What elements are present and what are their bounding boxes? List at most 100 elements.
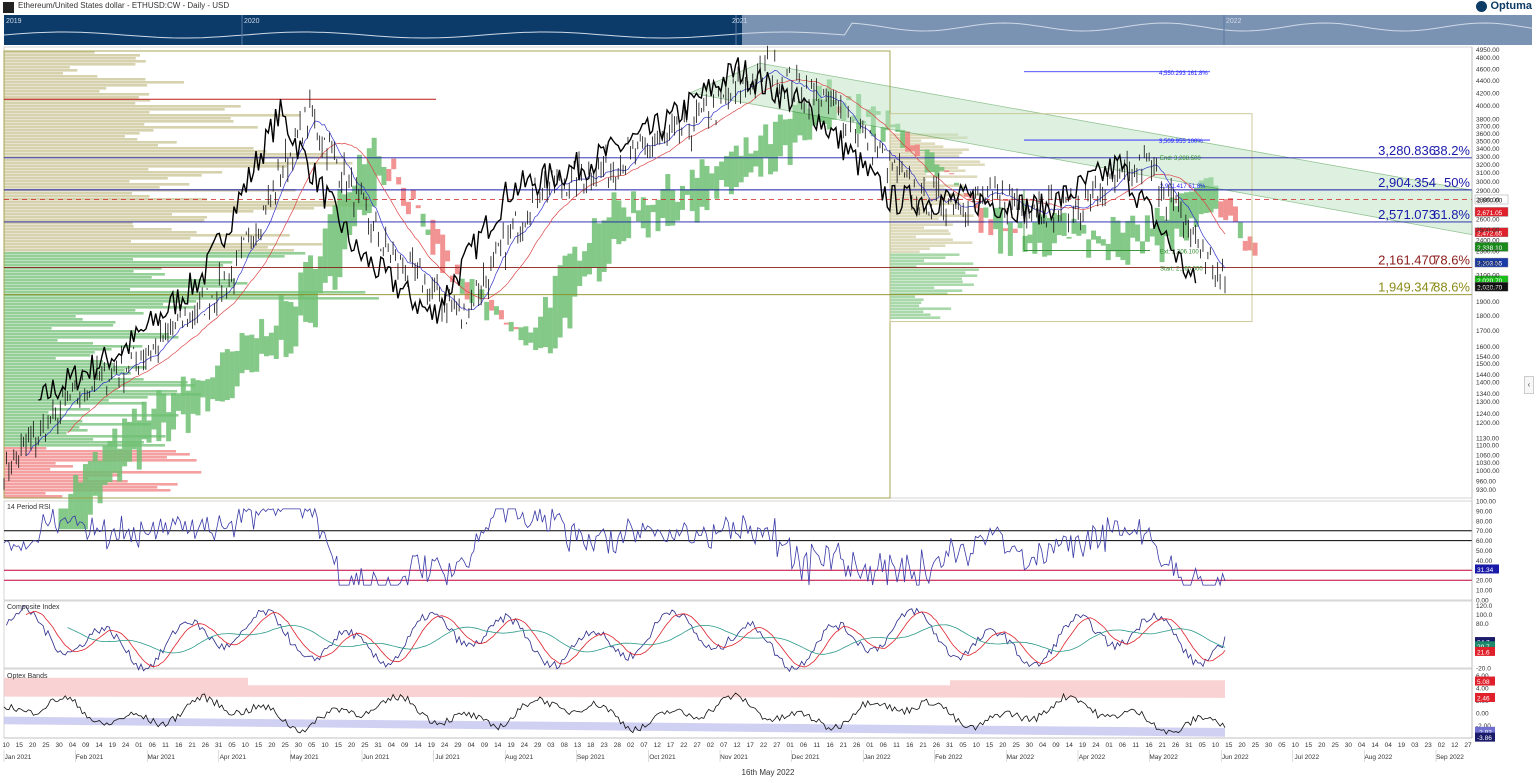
x-axis-day-tick: 02 — [707, 742, 715, 749]
cloud-segment — [905, 131, 911, 152]
volume-profile-bar — [4, 144, 159, 147]
chart-app: Ethereum/United States dollar - ETHUSD:C… — [0, 0, 1536, 783]
x-axis-month-label: Apr 2022 — [1079, 754, 1106, 761]
volume-profile-bar — [4, 357, 56, 360]
chart-canvas[interactable]: 3,280.83638.2% 2,904.354 50% 2,571.07361.8%… — [0, 0, 1536, 783]
volume-profile-bar — [4, 405, 53, 408]
cloud-segment — [92, 452, 98, 496]
volume-profile-bar — [4, 456, 167, 459]
collapse-panel-button[interactable]: ‹ — [1524, 376, 1534, 394]
volume-profile-bar — [4, 384, 196, 387]
cloud-segment — [195, 380, 201, 416]
cloud-segment — [1017, 222, 1023, 229]
composite-value-label: 21.6 — [1477, 649, 1490, 656]
volume-profile-bar — [4, 306, 195, 309]
cloud-segment — [1091, 230, 1097, 240]
volume-profile-bar — [4, 237, 191, 240]
x-axis-month-label: Mar 2022 — [1007, 754, 1035, 761]
x-axis-day-tick: 04 — [69, 742, 77, 749]
volume-profile-bar — [4, 153, 327, 156]
cloud-segment — [215, 365, 221, 401]
volume-profile-bar — [4, 339, 58, 342]
volume-profile-bar — [4, 495, 63, 498]
cloud-segment — [880, 127, 886, 142]
cloud-segment — [1237, 222, 1243, 239]
x-axis-day-tick: 23 — [600, 742, 608, 749]
volume-profile-bar — [4, 207, 315, 210]
volume-profile-bar — [890, 244, 946, 247]
x-axis-month-label: Sep 2021 — [577, 754, 605, 761]
volume-profile-bar — [4, 78, 146, 81]
cloud-segment — [743, 137, 749, 177]
cloud-segment — [1228, 198, 1234, 216]
cloud-segment — [635, 210, 641, 222]
cloud-segment — [273, 325, 279, 359]
x-axis-month-label: Jul 2021 — [435, 754, 460, 761]
price-axis-tick: 1130.00 — [1476, 436, 1499, 443]
x-axis-day-tick: 05 — [1278, 742, 1286, 749]
price-axis-tick: 1700.00 — [1476, 328, 1500, 335]
cloud-segment — [322, 228, 328, 283]
x-axis-day-tick: 01 — [1106, 742, 1114, 749]
price-axis-tick: 1500.00 — [1476, 361, 1500, 368]
volume-profile-bar — [4, 93, 150, 96]
panel-frame — [3, 600, 1473, 669]
volume-profile-bar — [890, 232, 951, 235]
cloud-segment — [391, 158, 397, 170]
cloud-segment — [489, 299, 495, 311]
optex-value-label: -3.86 — [1477, 735, 1492, 742]
cloud-segment — [552, 275, 558, 349]
rsi-axis-tick: 10.00 — [1476, 588, 1493, 595]
volume-profile-bar — [4, 90, 100, 93]
x-axis-day-tick: 10 — [2, 742, 10, 749]
x-axis-day-tick: 17 — [747, 742, 755, 749]
x-axis-day-tick: 31 — [1185, 742, 1193, 749]
volume-profile-bar — [4, 135, 125, 138]
price-panel[interactable]: 3,280.83638.2% 2,904.354 50% 2,571.07361.8%… — [3, 45, 1509, 739]
volume-profile-bar — [890, 235, 916, 238]
volume-profile-bar — [4, 276, 152, 279]
volume-profile-bar — [4, 138, 138, 141]
volume-profile-bar — [890, 262, 974, 265]
volume-profile-bar — [4, 282, 248, 285]
volume-profile-bar — [4, 159, 261, 162]
volume-profile-bar — [4, 327, 52, 330]
price-axis-tick: 930.00 — [1476, 487, 1496, 494]
volume-profile-bar — [4, 411, 49, 414]
cloud-segment — [161, 393, 167, 423]
x-axis-day-tick: 14 — [1066, 742, 1074, 749]
cloud-segment — [298, 272, 304, 316]
x-axis-day-tick: 18 — [587, 742, 595, 749]
x-axis-day-tick: 24 — [122, 742, 130, 749]
volume-profile-bar — [4, 216, 208, 219]
volume-profile-bar — [4, 348, 112, 351]
x-axis-day-tick: 21 — [188, 742, 196, 749]
cloud-segment — [665, 174, 671, 226]
cloud-segment — [205, 379, 211, 412]
cloud-segment — [200, 380, 206, 398]
cloud-segment — [97, 460, 103, 504]
price-axis-tick: 1600.00 — [1476, 344, 1500, 351]
x-axis-day-tick: 05 — [1199, 742, 1207, 749]
time-axis[interactable]: 10 15 20 25 30 04 09 14 19 24 01 06 11 16 21 26 31 05 10 15… — [2, 737, 1472, 762]
cloud-segment — [337, 189, 343, 278]
volume-profile-bar — [4, 96, 139, 99]
price-axis-tick: 1800.00 — [1476, 313, 1500, 320]
fib-price-label: 3,280.836 — [1378, 143, 1436, 158]
cloud-segment — [572, 246, 578, 297]
volume-profile-bar — [4, 309, 136, 312]
x-axis-day-tick: 29 — [454, 742, 462, 749]
cloud-segment — [939, 166, 945, 171]
cloud-segment — [381, 167, 387, 186]
x-axis-day-tick: 29 — [534, 742, 542, 749]
x-axis-day-tick: 01 — [787, 742, 795, 749]
rsi-axis-tick: 60.00 — [1476, 538, 1493, 545]
x-axis-day-tick: 06 — [880, 742, 888, 749]
fib-extension-label: End: 3,288.500 — [1160, 156, 1201, 162]
price-axis-tick: 4600.00 — [1476, 66, 1500, 73]
volume-profile-bar — [4, 192, 133, 195]
volume-profile-bar — [890, 289, 963, 292]
cloud-segment — [1252, 242, 1258, 256]
x-axis-day-tick: 26 — [933, 742, 941, 749]
volume-profile-bar — [4, 72, 63, 75]
